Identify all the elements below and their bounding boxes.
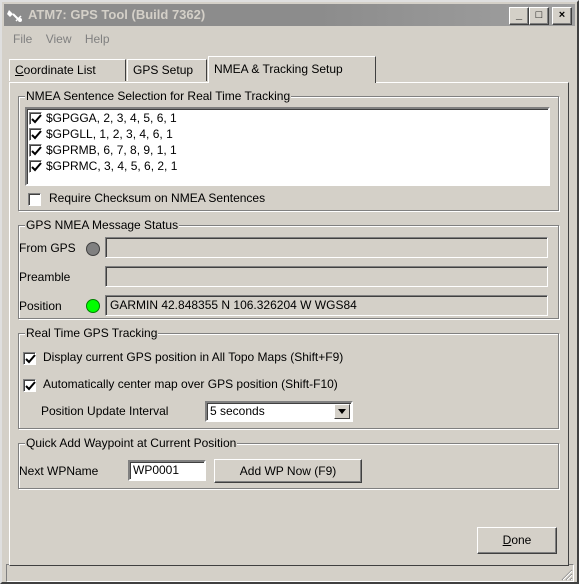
maximize-icon: □ [535, 9, 543, 21]
checkmark-icon [31, 162, 42, 172]
dropdown-button[interactable] [334, 404, 350, 419]
checkbox[interactable] [29, 128, 42, 141]
button-label: one [511, 533, 532, 547]
display-current-label[interactable]: Display current GPS position in All Topo… [43, 350, 343, 364]
nmea-status-group: GPS NMEA Message Status From GPS Preambl… [18, 218, 559, 319]
preamble-field [105, 266, 548, 287]
menu-help[interactable]: Help [80, 30, 115, 46]
resize-grip-icon[interactable] [561, 569, 573, 581]
checkmark-icon [25, 354, 36, 364]
nmea-sentence-list[interactable]: $GPGGA, 2, 3, 4, 5, 6, 1 $GPGLL, 1, 2, 3… [25, 107, 550, 186]
close-button[interactable]: × [552, 7, 572, 25]
list-item[interactable]: $GPRMB, 6, 7, 8, 9, 1, 1 [29, 143, 529, 158]
gps-tool-window: ATM7: GPS Tool (Build 7362) _ □ × File V… [0, 0, 579, 584]
from-gps-label: From GPS [19, 241, 76, 255]
status-bar [6, 564, 574, 582]
tab-label: oordinate List [23, 63, 96, 77]
add-wp-now-button[interactable]: Add WP Now (F9) [214, 459, 362, 483]
tab-nmea-tracking-setup[interactable]: NMEA & Tracking Setup [208, 56, 376, 83]
position-field: GARMIN 42.848355 N 106.326204 W WGS84 [105, 295, 548, 316]
nmea-selection-group: NMEA Sentence Selection for Real Time Tr… [18, 89, 559, 211]
close-icon: × [558, 9, 566, 21]
display-current-checkbox[interactable] [23, 352, 36, 365]
tab-mnemonic: C [15, 63, 24, 77]
chevron-down-icon [338, 409, 346, 414]
position-label: Position [19, 299, 62, 313]
checkmark-icon [31, 130, 42, 140]
title-bar[interactable]: ATM7: GPS Tool (Build 7362) _ □ × [4, 4, 575, 26]
from-gps-led-icon [86, 242, 100, 256]
minimize-button[interactable]: _ [509, 7, 529, 25]
auto-center-checkbox[interactable] [23, 379, 36, 392]
require-checksum-checkbox[interactable] [28, 193, 41, 206]
sentence-label: $GPGLL, 1, 2, 3, 4, 6, 1 [46, 127, 173, 141]
done-button[interactable]: Done [477, 527, 557, 554]
interval-label: Position Update Interval [41, 404, 169, 418]
tab-label: NMEA & Tracking Setup [214, 62, 343, 76]
checkbox[interactable] [29, 144, 42, 157]
preamble-label: Preamble [19, 270, 71, 284]
tab-label: GPS Setup [133, 63, 194, 77]
group-title: GPS NMEA Message Status [25, 218, 180, 232]
position-led-icon [86, 299, 100, 313]
auto-center-label[interactable]: Automatically center map over GPS positi… [43, 377, 338, 391]
maximize-button[interactable]: □ [529, 7, 549, 25]
from-gps-field [105, 237, 548, 258]
sentence-label: $GPGGA, 2, 3, 4, 5, 6, 1 [46, 111, 177, 125]
checkmark-icon [31, 146, 42, 156]
list-item[interactable]: $GPGGA, 2, 3, 4, 5, 6, 1 [29, 111, 529, 126]
checkmark-icon [31, 114, 42, 124]
waypoint-group: Quick Add Waypoint at Current Position N… [18, 436, 559, 489]
group-title: NMEA Sentence Selection for Real Time Tr… [25, 89, 292, 103]
button-mnemonic: D [502, 533, 512, 547]
next-wpname-input[interactable]: WP0001 [128, 460, 206, 481]
require-checksum-label[interactable]: Require Checksum on NMEA Sentences [49, 191, 265, 205]
interval-select[interactable]: 5 seconds [205, 401, 353, 422]
minimize-icon: _ [515, 9, 523, 21]
list-item[interactable]: $GPRMC, 3, 4, 5, 6, 2, 1 [29, 159, 529, 174]
sentence-label: $GPRMC, 3, 4, 5, 6, 2, 1 [46, 159, 178, 173]
sentence-label: $GPRMB, 6, 7, 8, 9, 1, 1 [46, 143, 177, 157]
next-wpname-label: Next WPName [19, 464, 99, 478]
tab-coordinate-list[interactable]: Coordinate List [9, 59, 126, 81]
menu-view[interactable]: View [41, 30, 77, 46]
checkbox[interactable] [29, 112, 42, 125]
menu-bar: File View Help [4, 30, 115, 50]
tab-panel: NMEA Sentence Selection for Real Time Tr… [9, 82, 569, 566]
tracking-group: Real Time GPS Tracking Display current G… [18, 326, 559, 429]
tab-gps-setup[interactable]: GPS Setup [127, 59, 207, 81]
window-title: ATM7: GPS Tool (Build 7362) [28, 7, 206, 22]
menu-file[interactable]: File [4, 30, 37, 46]
group-title: Quick Add Waypoint at Current Position [25, 436, 238, 450]
interval-value: 5 seconds [210, 404, 265, 418]
checkbox[interactable] [29, 160, 42, 173]
list-item[interactable]: $GPGLL, 1, 2, 3, 4, 6, 1 [29, 127, 529, 142]
checkmark-icon [25, 381, 36, 391]
satellite-icon [7, 10, 22, 22]
group-title: Real Time GPS Tracking [25, 326, 159, 340]
